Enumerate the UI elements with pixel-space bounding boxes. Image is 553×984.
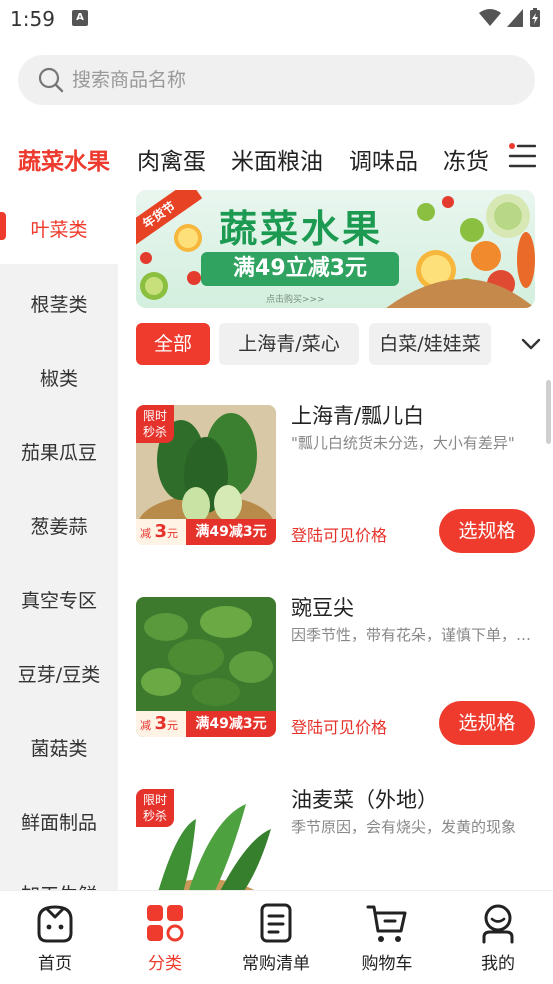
product-image[interactable]: 减 3元 满49减3元: [136, 597, 276, 737]
banner-tap-hint: 点击购买>>>: [266, 295, 325, 305]
sidebar-item-onion-ginger[interactable]: 葱姜蒜: [0, 512, 118, 539]
discount-strip: 减 3元 满49减3元: [136, 711, 276, 737]
product-name[interactable]: 油麦菜（外地）: [291, 784, 438, 814]
banner-title: 蔬菜水果: [218, 207, 383, 251]
product-image[interactable]: 限时 秒杀: [136, 789, 276, 890]
list-icon: [260, 903, 292, 943]
chevron-down-icon: [521, 338, 541, 350]
sidebar-item-fruit-veg[interactable]: 茄果瓜豆: [0, 438, 118, 465]
product-desc: 因季节性，带有花朵，谨慎下单，介意慎拍: [291, 626, 536, 644]
discount-left: 减 3元: [136, 519, 186, 545]
status-bar: 1:59 A: [0, 0, 553, 40]
category-menu-icon[interactable]: [508, 142, 536, 170]
product-card[interactable]: 减 3元 满49减3元 豌豆尖 因季节性，带有花朵，谨慎下单，介意慎拍 登陆可见…: [136, 592, 536, 745]
tab-cart[interactable]: 购物车: [337, 901, 437, 974]
product-name[interactable]: 上海青/瓢儿白: [291, 400, 424, 430]
filter-chip-shanghai-green[interactable]: 上海青/菜心: [219, 323, 359, 365]
discount-prefix: 减: [140, 719, 151, 732]
discount-amount: 3: [154, 521, 168, 542]
search-bar[interactable]: [18, 55, 535, 105]
sidebar-item-sprouts-beans[interactable]: 豆芽/豆类: [0, 660, 118, 687]
battery-icon: [530, 8, 540, 27]
tab-cart-label: 购物车: [361, 954, 413, 974]
flash-sale-badge: 限时 秒杀: [136, 789, 174, 827]
select-spec-button[interactable]: 选规格: [439, 701, 535, 745]
discount-right: 满49减3元: [186, 519, 276, 545]
sidebar-item-peppers[interactable]: 椒类: [0, 364, 118, 391]
discount-prefix: 减: [140, 527, 151, 540]
product-name[interactable]: 豌豆尖: [291, 592, 354, 622]
product-price[interactable]: 登陆可见价格: [291, 714, 387, 738]
top-category-frozen[interactable]: 冻货: [443, 142, 489, 176]
tab-home-label: 首页: [38, 954, 72, 974]
home-face-icon: [37, 905, 73, 943]
tab-category[interactable]: 分类: [115, 901, 215, 974]
cart-icon: [366, 905, 407, 942]
sidebar-item-processed[interactable]: 加工生鲜: [0, 880, 118, 890]
top-category-seasoning[interactable]: 调味品: [349, 142, 418, 176]
discount-unit: 元: [167, 527, 179, 540]
filter-chip-all[interactable]: 全部: [136, 323, 210, 365]
search-input[interactable]: [72, 55, 512, 105]
profile-icon: [482, 904, 514, 944]
select-spec-button[interactable]: 选规格: [439, 509, 535, 553]
discount-left: 减 3元: [136, 711, 186, 737]
signal-icon: [507, 9, 523, 27]
top-category-vegetables-fruits[interactable]: 蔬菜水果: [18, 142, 110, 176]
discount-amount: 3: [154, 713, 168, 734]
tab-frequent-list-label: 常购清单: [242, 954, 310, 974]
discount-unit: 元: [167, 719, 179, 732]
filter-chips: 全部 上海青/菜心 白菜/娃娃菜: [136, 323, 553, 365]
discount-right: 满49减3元: [186, 711, 276, 737]
system-icons: [479, 8, 541, 28]
sidebar-item-fresh-noodles[interactable]: 鲜面制品: [0, 808, 118, 835]
product-desc: "瓢儿白统货未分选，大小有差异": [291, 434, 515, 452]
tab-home[interactable]: 首页: [5, 901, 105, 974]
bottom-tab-bar: 首页 分类 常购清单 购物车 我的: [0, 890, 553, 984]
tab-category-label: 分类: [148, 954, 182, 974]
notification-icon: A: [72, 10, 88, 26]
tab-profile[interactable]: 我的: [448, 901, 548, 974]
sidebar-item-mushrooms[interactable]: 菌菇类: [0, 734, 118, 761]
flash-sale-badge: 限时 秒杀: [136, 405, 174, 443]
wifi-icon: [479, 9, 501, 26]
scrollbar[interactable]: [546, 380, 551, 444]
app-screen: 1:59 A 蔬菜水果 肉禽蛋 米面粮油 调味品 冻货 叶菜类 根茎类: [0, 0, 553, 984]
product-price[interactable]: 登陆可见价格: [291, 522, 387, 546]
sidebar-item-leafy[interactable]: 叶菜类: [0, 215, 118, 242]
discount-strip: 减 3元 满49减3元: [136, 519, 276, 545]
search-icon: [38, 67, 64, 93]
sidebar-item-vacuum[interactable]: 真空专区: [0, 586, 118, 613]
tab-frequent-list[interactable]: 常购清单: [226, 901, 326, 974]
top-category-bar: 蔬菜水果 肉禽蛋 米面粮油 调味品 冻货: [0, 128, 553, 184]
banner-promo: 满49立减3元: [201, 252, 399, 286]
promo-banner[interactable]: 年货节 蔬菜水果 满49立减3元 点击购买>>>: [136, 190, 535, 308]
product-card[interactable]: 限时 秒杀 减 3元 满49减3元 上海青/瓢儿白 "瓢儿白统货未分选，大小有差异…: [136, 400, 536, 553]
top-category-meat-eggs[interactable]: 肉禽蛋: [137, 142, 206, 176]
product-image[interactable]: 限时 秒杀 减 3元 满49减3元: [136, 405, 276, 545]
sidebar-item-roots[interactable]: 根茎类: [0, 290, 118, 317]
product-card[interactable]: 限时 秒杀 油麦菜（外地） 季节原因，会有烧尖，发黄的现象: [136, 784, 536, 890]
category-grid-icon: [147, 905, 184, 942]
product-desc: 季节原因，会有烧尖，发黄的现象: [291, 818, 517, 836]
tab-profile-label: 我的: [481, 954, 515, 974]
filter-chip-cabbage[interactable]: 白菜/娃娃菜: [369, 323, 491, 365]
status-time: 1:59: [10, 7, 55, 31]
top-category-grains-oils[interactable]: 米面粮油: [231, 142, 323, 176]
filter-expand[interactable]: [508, 323, 553, 365]
